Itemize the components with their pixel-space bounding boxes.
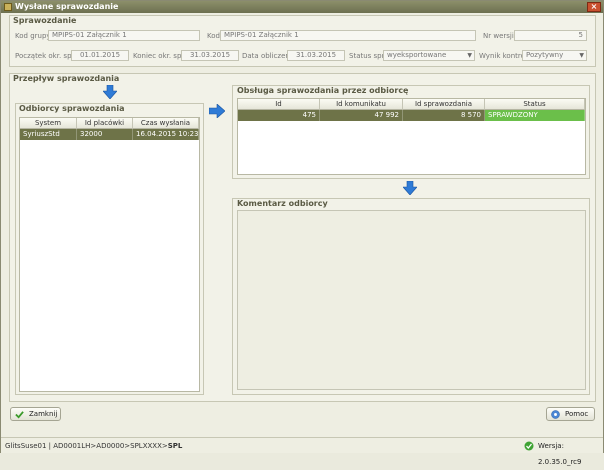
table-cell: 16.04.2015 10:23 (133, 129, 199, 140)
help-button-label: Pomoc (565, 410, 589, 418)
arrow-down-icon (403, 181, 417, 195)
close-button[interactable]: Zamknij (10, 407, 61, 421)
group-code-label: Kod grupy (15, 32, 51, 40)
period-end-label: Koniec okr. spr. (133, 52, 186, 60)
status-badge: SPRAWDZONY (485, 110, 585, 121)
version-number-label: Nr wersji (483, 32, 514, 40)
column-header-id[interactable]: Id (238, 99, 320, 110)
close-window-icon[interactable]: × (587, 2, 601, 12)
title-bar: Wysłane sprawozdanie × (1, 1, 603, 13)
code-label: Kod (207, 32, 220, 40)
table-cell: 475 (238, 110, 320, 121)
report-status-value: wyeksportowane (387, 51, 447, 59)
table-cell: 47 992 (320, 110, 403, 121)
control-result-select[interactable]: Pozytywny ▼ (522, 50, 587, 61)
report-group-title: Sprawozdanie (13, 16, 77, 25)
version-number-field[interactable]: 5 (514, 30, 587, 41)
recipient-handling-group-title: Obsługa sprawozdania przez odbiorcę (237, 86, 409, 95)
navigation-path-current: SPL (167, 442, 183, 450)
recipients-table-header: System Id placówki Czas wysłania (20, 118, 199, 129)
table-cell: SyriuszStd (20, 129, 77, 140)
close-button-label: Zamknij (29, 410, 58, 418)
column-header-facility-id[interactable]: Id placówki (77, 118, 133, 129)
recipients-table: System Id placówki Czas wysłania Syriusz… (19, 117, 200, 392)
table-row[interactable]: 475 47 992 8 570 SPRAWDZONY (238, 110, 585, 121)
report-status-select[interactable]: wyeksportowane ▼ (383, 50, 475, 61)
code-field[interactable]: MPIPS-01 Załącznik 1 (220, 30, 476, 41)
help-icon (551, 410, 560, 419)
column-header-status[interactable]: Status (485, 99, 585, 110)
calculation-date-field[interactable]: 31.03.2015 (287, 50, 345, 61)
column-header-sent-time[interactable]: Czas wysłania (133, 118, 199, 129)
report-status-label: Status spr. (349, 52, 387, 60)
table-cell: 8 570 (403, 110, 485, 121)
column-header-system[interactable]: System (20, 118, 77, 129)
handling-table: Id Id komunikatu Id sprawozdania Status … (237, 98, 586, 175)
column-header-report-id[interactable]: Id sprawozdania (403, 99, 485, 110)
control-result-value: Pozytywny (526, 51, 564, 59)
chevron-down-icon: ▼ (579, 52, 584, 59)
window-title: Wysłane sprawozdanie (15, 2, 119, 11)
recipient-comment-textarea[interactable] (237, 210, 586, 390)
table-cell: 32000 (77, 129, 133, 140)
help-button[interactable]: Pomoc (546, 407, 595, 421)
table-row[interactable]: SyriuszStd 32000 16.04.2015 10:23 (20, 129, 199, 140)
status-bar: GlitsSuse01 | AD0001LH>AD0000>SPLXXXX>SP… (1, 437, 603, 466)
group-code-field[interactable]: MPIPS-01 Załącznik 1 (48, 30, 200, 41)
navigation-path: GlitsSuse01 | AD0001LH>AD0000>SPLXXXX>SP… (5, 438, 182, 454)
app-icon (4, 3, 12, 11)
report-window: Wysłane sprawozdanie × Sprawozdanie Kod … (0, 0, 604, 466)
column-header-message-id[interactable]: Id komunikatu (320, 99, 403, 110)
handling-table-header: Id Id komunikatu Id sprawozdania Status (238, 99, 585, 110)
recipient-comment-group-title: Komentarz odbiorcy (237, 199, 328, 208)
period-start-field[interactable]: 01.01.2015 (71, 50, 129, 61)
arrow-right-icon (209, 104, 225, 118)
checkmark-icon (15, 411, 24, 419)
arrow-down-icon (103, 85, 117, 99)
chevron-down-icon: ▼ (467, 52, 472, 59)
flow-group-title: Przepływ sprawozdania (13, 74, 120, 83)
version-text: Wersja: 2.0.35.0_rc9 (538, 442, 582, 466)
period-end-field[interactable]: 31.03.2015 (181, 50, 239, 61)
recipients-group-title: Odbiorcy sprawozdania (19, 104, 125, 113)
status-ok-icon (524, 441, 534, 451)
navigation-path-prefix: GlitsSuse01 | AD0001LH>AD0000>SPLXXXX> (5, 442, 168, 450)
period-start-label: Początek okr. spr. (15, 52, 76, 60)
